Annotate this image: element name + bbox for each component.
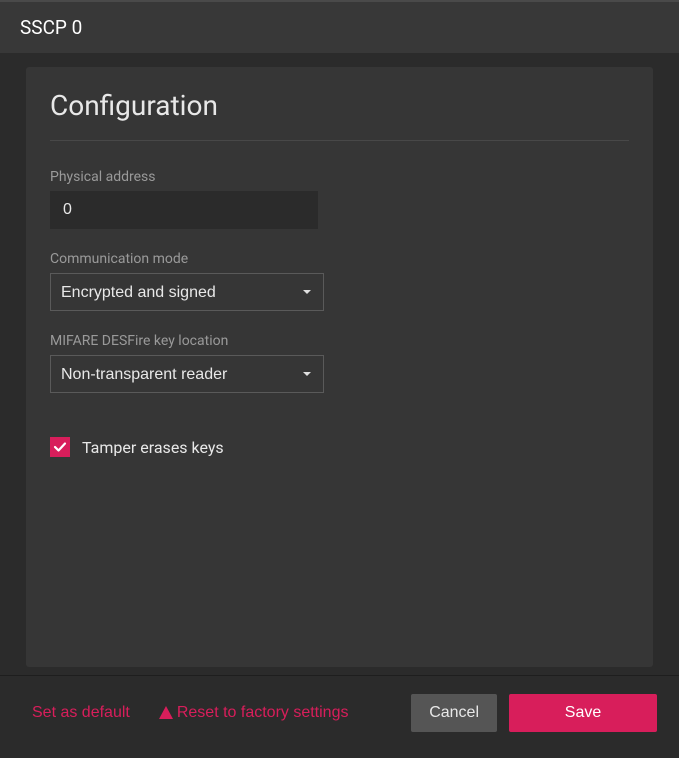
reset-to-factory-label: Reset to factory settings: [177, 704, 349, 722]
communication-mode-label: Communication mode: [50, 251, 629, 267]
reset-to-factory-button[interactable]: Reset to factory settings: [158, 704, 349, 722]
cancel-button[interactable]: Cancel: [411, 694, 497, 732]
physical-address-input[interactable]: [50, 191, 318, 229]
dialog-header: SSCP 0: [0, 0, 679, 53]
content-area: Configuration Physical address Communica…: [0, 53, 679, 675]
footer-actions: Cancel Save: [411, 694, 657, 732]
field-mifare-key-location: MIFARE DESFire key location Non-transpar…: [50, 333, 629, 393]
check-icon: [53, 440, 67, 454]
warning-icon: [158, 705, 174, 721]
tamper-erases-keys-label: Tamper erases keys: [82, 438, 224, 457]
mifare-key-location-label: MIFARE DESFire key location: [50, 333, 629, 349]
dialog-title: SSCP 0: [20, 16, 82, 39]
communication-mode-select[interactable]: Encrypted and signed: [50, 273, 324, 311]
save-button[interactable]: Save: [509, 694, 657, 732]
mifare-key-location-select[interactable]: Non-transparent reader: [50, 355, 324, 393]
set-as-default-button[interactable]: Set as default: [32, 704, 130, 722]
panel-title: Configuration: [50, 89, 629, 141]
tamper-erases-keys-checkbox[interactable]: [50, 437, 70, 457]
field-communication-mode: Communication mode Encrypted and signed: [50, 251, 629, 311]
dialog-footer: Set as default Reset to factory settings…: [0, 675, 679, 758]
physical-address-label: Physical address: [50, 169, 629, 185]
field-physical-address: Physical address: [50, 169, 629, 229]
configuration-panel: Configuration Physical address Communica…: [26, 67, 653, 667]
set-as-default-label: Set as default: [32, 704, 130, 722]
dialog-window: SSCP 0 Configuration Physical address Co…: [0, 0, 679, 758]
field-tamper-erases-keys: Tamper erases keys: [50, 437, 629, 457]
